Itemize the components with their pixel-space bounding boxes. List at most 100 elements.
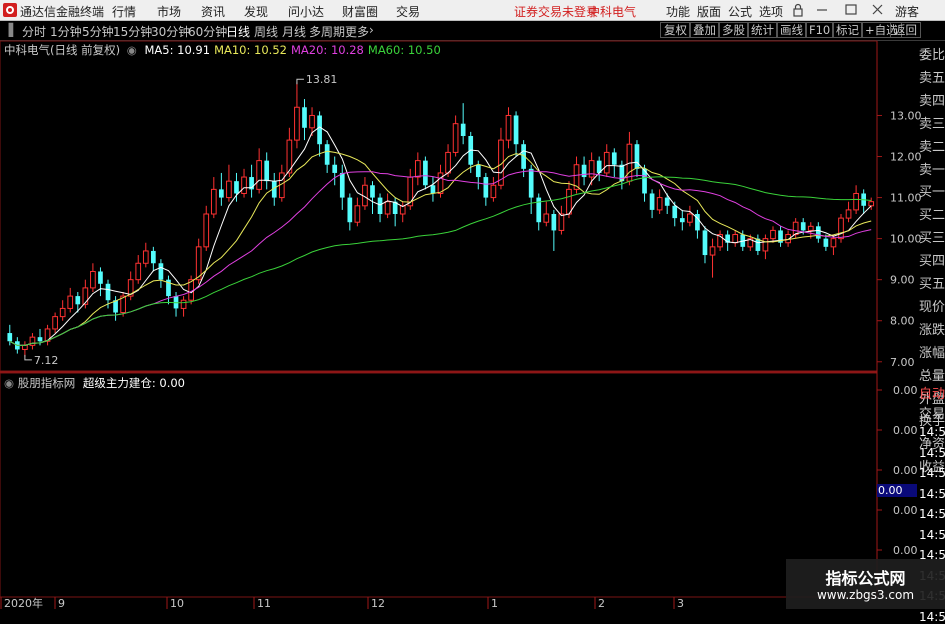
ma-legend-name: MA5 [144, 43, 170, 57]
candle-body-up [490, 184, 497, 199]
candle-body-up [868, 201, 875, 207]
main-panel-border [0, 40, 878, 372]
ma-line-ma60 [9, 176, 872, 346]
trade-time: 14:56 [919, 609, 945, 624]
candle-body-up [309, 114, 315, 129]
watermark-url: www.zbgs3.com [816, 588, 915, 602]
candle-body-down [800, 222, 806, 231]
candle-body-up [656, 197, 663, 211]
candle-body-down [370, 185, 375, 198]
candle-body-up [52, 316, 58, 330]
candle-body-up [203, 213, 210, 248]
candle-body-up [445, 151, 451, 174]
candle-body-down [611, 152, 617, 165]
side-label: 买五 [919, 277, 945, 292]
side-label: 买三 [919, 231, 945, 247]
candle-body-down [672, 205, 678, 219]
indicator-series-label: 超级主力建仓 [82, 376, 152, 390]
candle-body-up [762, 238, 769, 252]
chart-title: 中科电气(日线 前复权) [4, 43, 121, 57]
trade-time: 14:56 [919, 425, 945, 439]
candle-body-down [317, 115, 322, 145]
candle-body-down [324, 144, 330, 165]
chart-canvas[interactable]: 13.817.12 13.0012.0011.0010.009.008.007.… [0, 0, 945, 609]
candle-body-up [22, 344, 28, 350]
candle-body-up [414, 160, 421, 178]
chart-frame [0, 40, 878, 598]
candle-body-down [679, 218, 685, 223]
candle-body-up [505, 114, 512, 141]
date-tick-label: 2020年 [4, 596, 43, 609]
ma-legend-ma10: MA10: 10.52 [214, 43, 287, 57]
candlestick-series [7, 82, 875, 357]
side-label: 卖四 [919, 93, 945, 109]
ma-legend-name: MA20 [290, 43, 324, 57]
trade-time: 14:56 [919, 466, 945, 480]
indicator-value: 0.00 [159, 376, 185, 390]
high-marker-line [296, 78, 304, 85]
sub-panel-border [0, 372, 878, 598]
candle-body-down [460, 123, 466, 136]
candle-body-up [792, 221, 799, 236]
indicator-tick-label: 0.00 [893, 544, 918, 557]
candle-body-up [558, 213, 565, 231]
candle-body-up [543, 213, 550, 223]
ma-legend-value: 10.50 [407, 43, 441, 57]
indicator-tick-label: 0.00 [893, 384, 918, 397]
watermark: 指标公式网 www.zbgs3.com [786, 559, 945, 609]
candle-body-down [37, 337, 43, 342]
candle-body-up [241, 176, 247, 194]
date-tick-label: 1 [491, 597, 498, 609]
candle-body-up [566, 188, 572, 215]
candle-body-down [234, 181, 239, 194]
candle-body-up [807, 225, 814, 231]
candle-body-up [180, 299, 187, 309]
date-tick-label: 12 [371, 597, 385, 609]
candle-body-up [709, 246, 716, 256]
candle-body-up [142, 250, 149, 264]
side-label: 卖一 [919, 162, 945, 178]
ma-legend: MA5: 10.91 MA10: 10.52 MA20: 10.28 MA60: 10… [141, 43, 441, 57]
candle-body-down [347, 197, 353, 223]
candle-body-down [528, 168, 534, 198]
ma-legend-name: MA10 [214, 43, 247, 57]
candle-body-down [377, 197, 383, 214]
candle-body-down [430, 185, 436, 194]
candle-body-up [354, 205, 361, 223]
side-label: 买一 [919, 185, 945, 201]
side-label: 卖五 [919, 70, 945, 86]
price-tick-label: 8.00 [890, 315, 915, 328]
main-legend: 中科电气(日线 前复权) ◉ MA5: 10.91 MA10: 10.52 MA20… [4, 42, 441, 58]
settings-icon[interactable]: ◉ [127, 43, 137, 57]
candle-body-down [513, 115, 519, 145]
trade-time: 14:56 [919, 486, 945, 501]
candle-body-up [603, 151, 610, 174]
indicator-tick-label: 0.00 [893, 424, 918, 437]
candle-body-up [437, 172, 444, 194]
candle-body-down [475, 164, 481, 178]
candle-body-up [838, 217, 844, 240]
ma-legend-value: 10.52 [254, 43, 287, 57]
candle-body-down [151, 250, 156, 264]
candle-body-down [483, 177, 489, 198]
candle-body-down [649, 193, 655, 210]
candle-body-up [732, 234, 739, 244]
date-tick-label: 11 [257, 597, 271, 609]
candle-body-up [588, 160, 595, 178]
candle-body-up [82, 287, 89, 305]
price-axis: 13.0012.0011.0010.009.008.007.00 [877, 109, 922, 369]
side-label: 买四 [919, 254, 945, 270]
candle-body-down [634, 144, 640, 169]
indicator-legend: ◉ 股朋指标网 超级主力建仓: 0.00 [4, 376, 185, 390]
candle-body-down [264, 160, 270, 182]
candle-body-down [815, 226, 821, 239]
low-marker-line [24, 354, 32, 361]
candle-body-up [67, 295, 74, 309]
candle-body-up [770, 229, 776, 240]
side-label[interactable]: 自动 [919, 383, 945, 402]
side-label[interactable]: 交易 [919, 403, 945, 422]
date-tick-label: 9 [58, 597, 65, 609]
candle-body-up [830, 238, 837, 248]
candle-body-down [702, 230, 708, 256]
indicator-settings-icon[interactable]: ◉ [4, 376, 14, 390]
